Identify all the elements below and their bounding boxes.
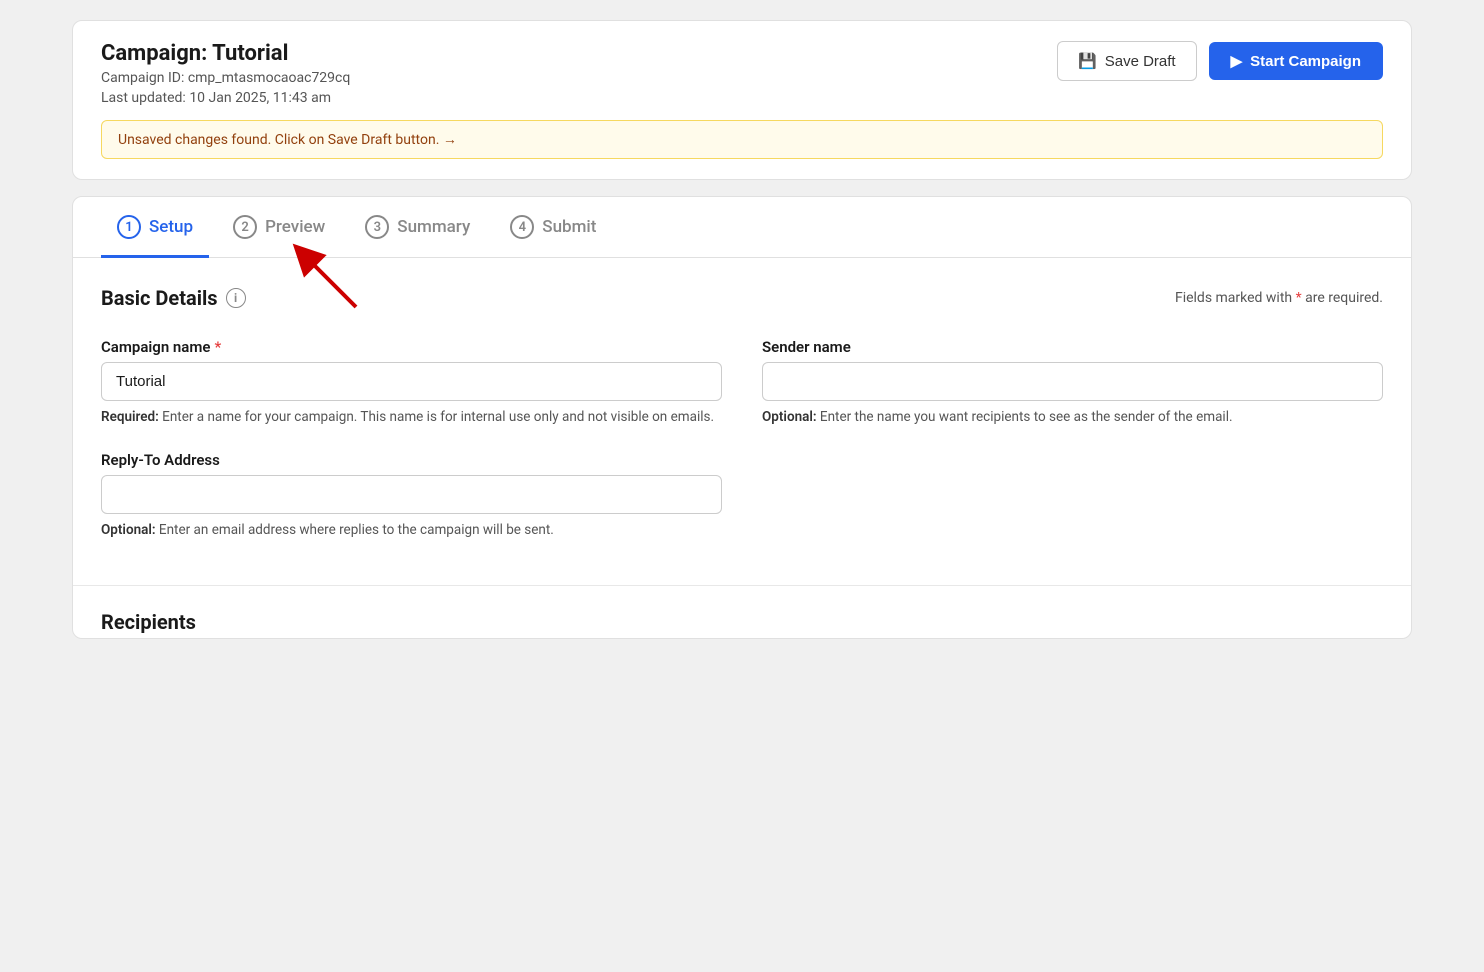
tab-submit[interactable]: 4 Submit bbox=[494, 197, 612, 258]
sender-name-hint-strong: Optional: bbox=[762, 409, 817, 425]
recipients-title: Recipients bbox=[101, 586, 1383, 634]
tab-submit-circle: 4 bbox=[510, 215, 534, 239]
unsaved-notice: Unsaved changes found. Click on Save Dra… bbox=[101, 120, 1383, 159]
section-header: Basic Details i Fields marked with * are… bbox=[101, 286, 1383, 310]
tab-preview[interactable]: 2 Preview bbox=[217, 197, 341, 258]
save-draft-icon: 💾 bbox=[1078, 52, 1097, 70]
sender-name-hint: Optional: Enter the name you want recipi… bbox=[762, 407, 1383, 427]
campaign-name-input[interactable] bbox=[101, 362, 722, 401]
unsaved-notice-text: Unsaved changes found. Click on Save Dra… bbox=[118, 131, 457, 148]
header-top: Campaign: Tutorial Campaign ID: cmp_mtas… bbox=[101, 41, 1383, 106]
tab-summary-label: Summary bbox=[397, 217, 470, 237]
sender-name-group: Sender name Optional: Enter the name you… bbox=[762, 338, 1383, 427]
tab-preview-circle: 2 bbox=[233, 215, 257, 239]
start-campaign-button[interactable]: ▶ Start Campaign bbox=[1209, 42, 1383, 80]
required-note: Fields marked with * are required. bbox=[1175, 290, 1383, 306]
tab-summary[interactable]: 3 Summary bbox=[349, 197, 486, 258]
section-title-text: Basic Details bbox=[101, 286, 218, 310]
save-draft-button[interactable]: 💾 Save Draft bbox=[1057, 41, 1197, 81]
info-icon[interactable]: i bbox=[226, 288, 246, 308]
required-star: * bbox=[1296, 290, 1306, 306]
sender-name-label: Sender name bbox=[762, 338, 1383, 356]
campaign-id-label: Campaign ID: bbox=[101, 70, 184, 86]
campaign-id-value: cmp_mtasmocaoac729cq bbox=[188, 70, 351, 86]
main-container: Campaign: Tutorial Campaign ID: cmp_mtas… bbox=[72, 20, 1412, 952]
header-card: Campaign: Tutorial Campaign ID: cmp_mtas… bbox=[72, 20, 1412, 180]
campaign-name-group: Campaign name * Required: Enter a name f… bbox=[101, 338, 722, 427]
form-area: Basic Details i Fields marked with * are… bbox=[73, 258, 1411, 585]
last-updated-line: Last updated: 10 Jan 2025, 11:43 am bbox=[101, 90, 350, 106]
campaign-id-line: Campaign ID: cmp_mtasmocaoac729cq bbox=[101, 70, 350, 86]
campaign-name-hint-text: Enter a name for your campaign. This nam… bbox=[162, 409, 714, 425]
campaign-name-hint-strong: Required: bbox=[101, 409, 159, 425]
sender-name-input[interactable] bbox=[762, 362, 1383, 401]
tabs-row: 1 Setup 2 Preview 3 Summary 4 Submit bbox=[73, 197, 1411, 258]
campaign-name-hint: Required: Enter a name for your campaign… bbox=[101, 407, 722, 427]
reply-to-label: Reply-To Address bbox=[101, 451, 722, 469]
save-draft-label: Save Draft bbox=[1105, 53, 1176, 70]
tab-setup-label: Setup bbox=[149, 217, 193, 237]
reply-to-input[interactable] bbox=[101, 475, 722, 514]
section-title: Basic Details i bbox=[101, 286, 246, 310]
tab-setup[interactable]: 1 Setup bbox=[101, 197, 209, 258]
tab-summary-circle: 3 bbox=[365, 215, 389, 239]
last-updated-value: 10 Jan 2025, 11:43 am bbox=[189, 90, 331, 106]
header-actions: 💾 Save Draft ▶ Start Campaign bbox=[1057, 41, 1383, 81]
tab-setup-circle: 1 bbox=[117, 215, 141, 239]
recipients-section: Recipients bbox=[73, 585, 1411, 638]
tab-submit-label: Submit bbox=[542, 217, 596, 237]
start-campaign-icon: ▶ bbox=[1231, 52, 1243, 70]
sender-name-hint-text: Enter the name you want recipients to se… bbox=[820, 409, 1233, 425]
start-campaign-label: Start Campaign bbox=[1250, 53, 1361, 70]
last-updated-label: Last updated: bbox=[101, 90, 186, 106]
campaign-name-label: Campaign name * bbox=[101, 338, 722, 356]
reply-to-group: Reply-To Address Optional: Enter an emai… bbox=[101, 451, 722, 540]
reply-to-hint-strong: Optional: bbox=[101, 522, 156, 538]
form-grid: Campaign name * Required: Enter a name f… bbox=[101, 338, 1383, 565]
reply-to-hint-text: Enter an email address where replies to … bbox=[159, 522, 554, 538]
campaign-name-required-star: * bbox=[214, 338, 221, 356]
tab-preview-label: Preview bbox=[265, 217, 325, 237]
header-info: Campaign: Tutorial Campaign ID: cmp_mtas… bbox=[101, 41, 350, 106]
reply-to-hint: Optional: Enter an email address where r… bbox=[101, 520, 722, 540]
content-card: 1 Setup 2 Preview 3 Summary 4 Submit bbox=[72, 196, 1412, 639]
campaign-title: Campaign: Tutorial bbox=[101, 41, 350, 66]
